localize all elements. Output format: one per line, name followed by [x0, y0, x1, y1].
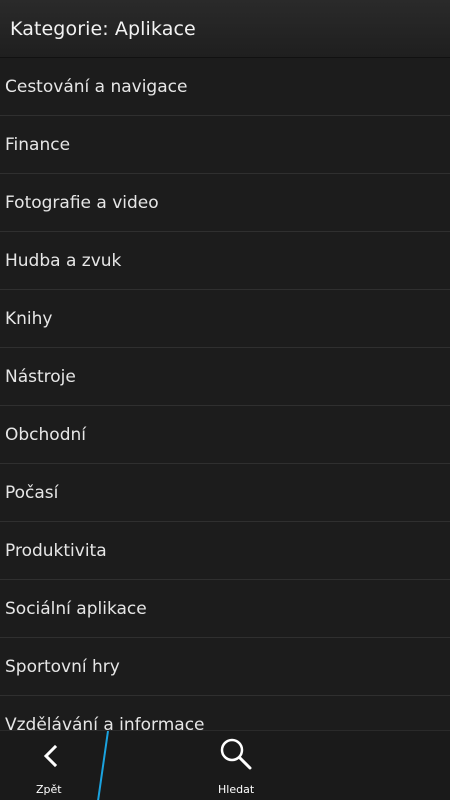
list-item-sportovni[interactable]: Sportovní hry	[0, 638, 450, 696]
search-button[interactable]: Hledat	[200, 731, 270, 800]
list-item-label: Počasí	[5, 483, 59, 503]
list-item-label: Sportovní hry	[5, 657, 120, 677]
list-item-fotografie[interactable]: Fotografie a video	[0, 174, 450, 232]
list-item-label: Obchodní	[5, 425, 86, 445]
page-title: Kategorie: Aplikace	[10, 18, 196, 40]
list-item-label: Nástroje	[5, 367, 76, 387]
back-button[interactable]: Zpět	[0, 731, 106, 800]
list-item-produktivita[interactable]: Produktivita	[0, 522, 450, 580]
list-item-label: Knihy	[5, 309, 53, 329]
list-item-nastroje[interactable]: Nástroje	[0, 348, 450, 406]
chevron-left-icon	[43, 744, 58, 768]
list-item-label: Fotografie a video	[5, 193, 159, 213]
category-list[interactable]: Cestování a navigace Finance Fotografie …	[0, 58, 450, 734]
list-item-label: Sociální aplikace	[5, 599, 147, 619]
list-item-cestovani[interactable]: Cestování a navigace	[0, 58, 450, 116]
list-item-label: Produktivita	[5, 541, 107, 561]
magnifier-icon	[220, 738, 252, 770]
list-item-socialni[interactable]: Sociální aplikace	[0, 580, 450, 638]
action-bar: Zpět Hledat	[0, 730, 450, 800]
list-item-pocasi[interactable]: Počasí	[0, 464, 450, 522]
list-item-vzdelavani[interactable]: Vzdělávání a informace	[0, 696, 450, 734]
back-label: Zpět	[36, 783, 62, 796]
list-item-hudba[interactable]: Hudba a zvuk	[0, 232, 450, 290]
list-item-finance[interactable]: Finance	[0, 116, 450, 174]
action-bar-separator	[97, 731, 109, 800]
list-item-label: Finance	[5, 135, 71, 155]
screen: Kategorie: Aplikace Cestování a navigace…	[0, 0, 450, 800]
list-item-label: Cestování a navigace	[5, 77, 188, 97]
list-item-label: Hudba a zvuk	[5, 251, 122, 271]
search-label: Hledat	[218, 783, 255, 796]
list-item-obchodni[interactable]: Obchodní	[0, 406, 450, 464]
title-bar: Kategorie: Aplikace	[0, 0, 450, 58]
list-item-knihy[interactable]: Knihy	[0, 290, 450, 348]
